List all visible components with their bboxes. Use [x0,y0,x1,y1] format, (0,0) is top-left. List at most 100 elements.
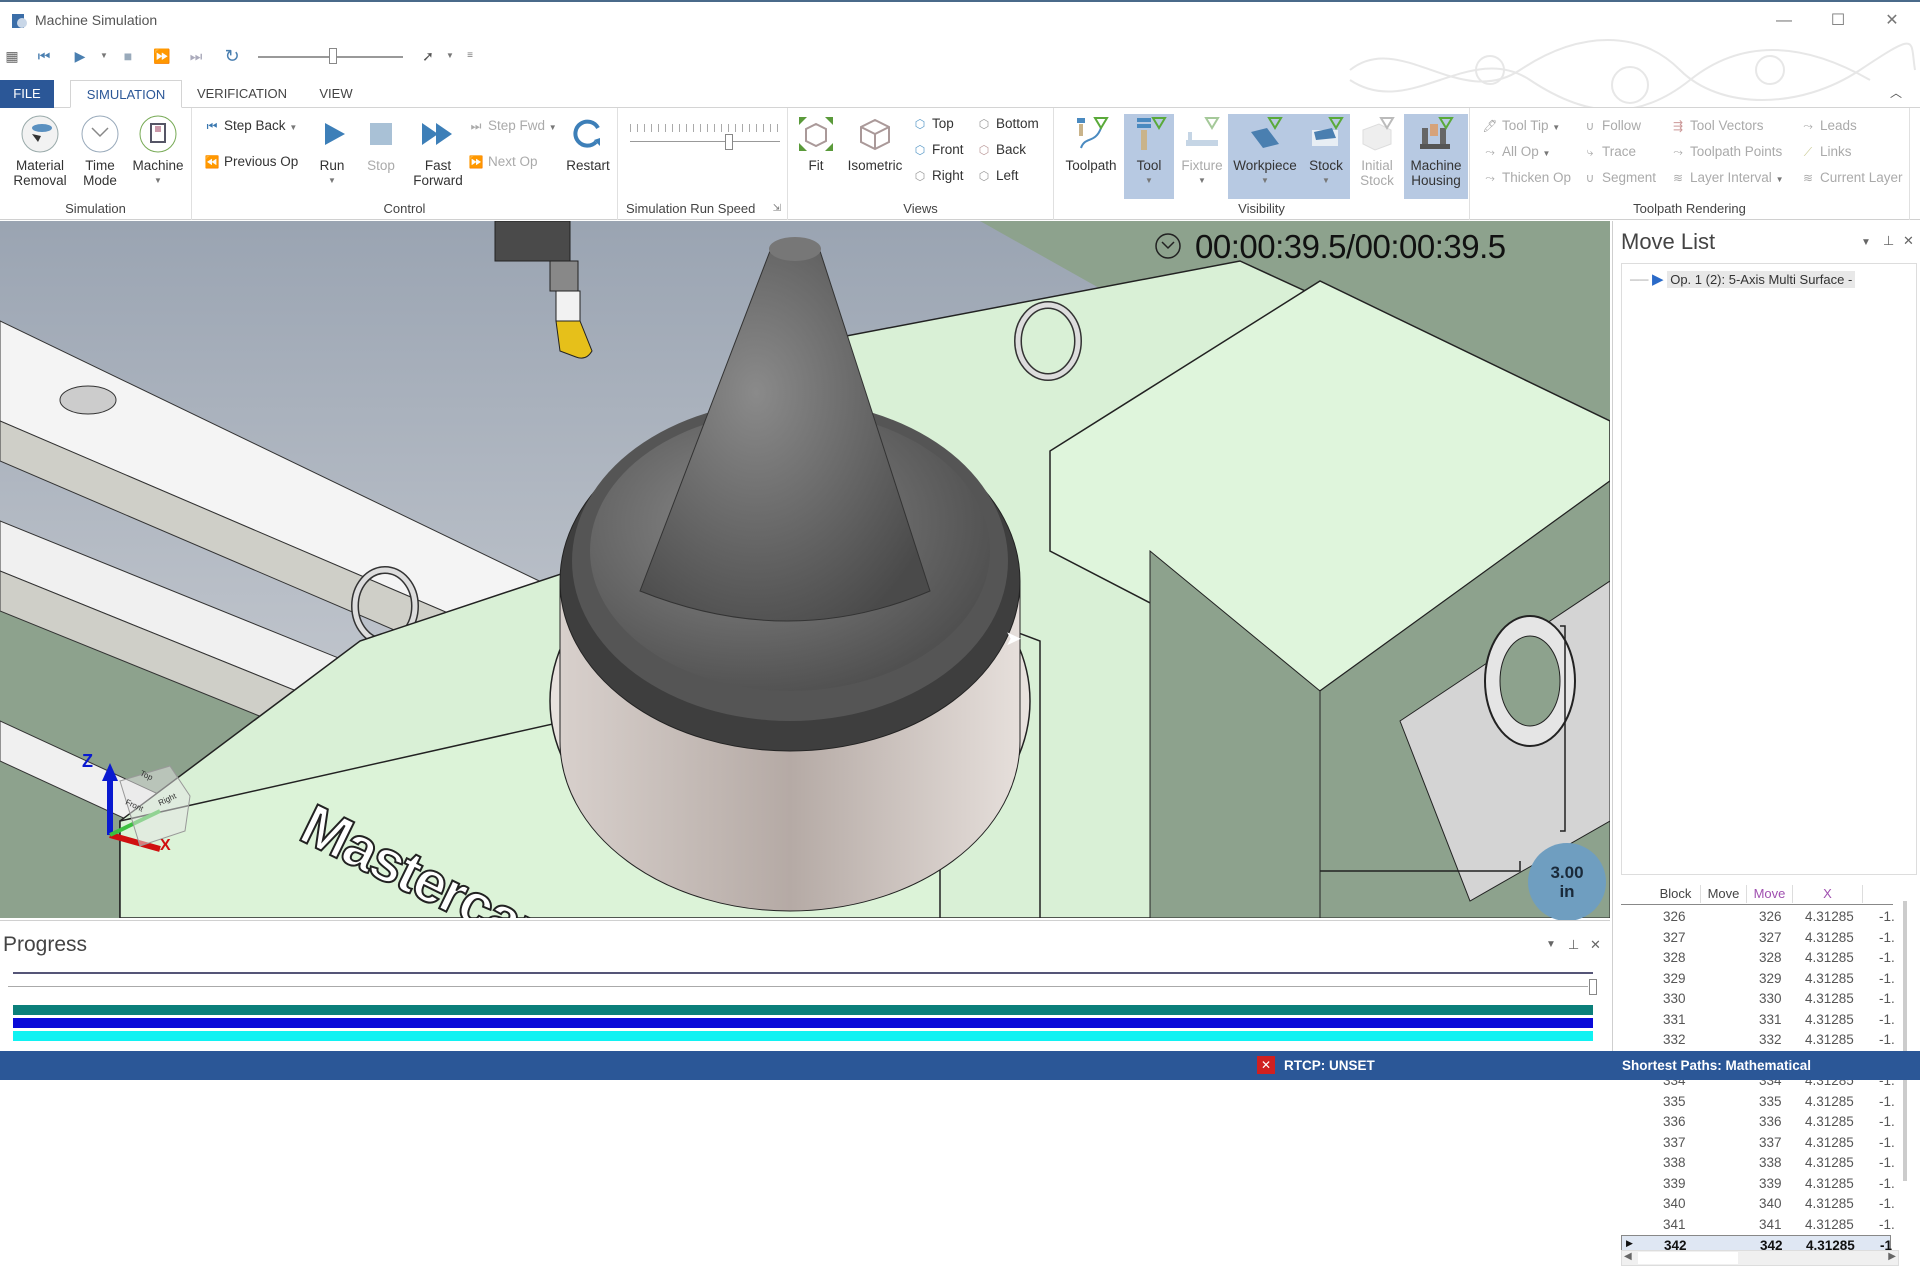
play-icon[interactable]: ▶ [70,46,90,66]
table-row[interactable]: 336 336 4.31285 -1. [1621,1112,1895,1133]
pane-menu-icon[interactable]: ▼ [1546,939,1556,950]
rtcp-status[interactable]: RTCP: UNSET [1284,1058,1375,1073]
table-row[interactable]: 327 327 4.31285 -1. [1621,928,1895,949]
shortest-paths-status[interactable]: Shortest Paths: Mathematical [1622,1058,1811,1073]
timeline-thumb[interactable] [1589,979,1597,995]
step-fwd-button[interactable]: ⏭ Step Fwd ▼ [468,116,557,136]
fast-forward-icon[interactable]: ⏩ [152,46,172,66]
initial-stock-visibility-button[interactable]: Initial Stock [1352,114,1402,199]
table-row[interactable]: 326 326 4.31285 -1. [1621,907,1895,928]
layer-interval-button[interactable]: ≋ Layer Interval ▼ [1670,168,1784,188]
leads-button[interactable]: ⤳ Leads [1800,116,1857,136]
dialog-launcher-icon[interactable]: ⇲ [773,203,781,214]
segment-button[interactable]: ∪ Segment [1582,168,1656,188]
trace-button[interactable]: ⤷ Trace [1582,142,1636,162]
horizontal-scrollbar[interactable]: ◀ ▶ [1621,1250,1899,1266]
table-row[interactable]: 332 332 4.31285 -1. [1621,1030,1895,1051]
time-mode-button[interactable]: Time Mode [74,114,126,188]
tab-file[interactable]: FILE [0,80,54,108]
all-op-button[interactable]: ⤳ All Op ▼ [1482,142,1550,162]
scroll-thumb[interactable] [1638,1252,1738,1264]
view-front-button[interactable]: ⬡ Front [912,140,964,160]
tab-simulation[interactable]: SIMULATION [70,80,182,108]
pane-menu-icon[interactable]: ▼ [1861,237,1871,248]
run-speed-track[interactable] [630,141,780,142]
timeline-track[interactable] [13,972,1593,974]
run-button[interactable]: Run ▼ [312,114,352,188]
fast-forward-button[interactable]: Fast Forward [408,114,468,188]
close-pane-icon[interactable]: ✕ [1590,937,1601,953]
workpiece-visibility-button[interactable]: Workpiece ▼ [1230,114,1300,199]
view-right-button[interactable]: ⬡ Right [912,166,964,186]
cell-x: 4.31285 [1805,1093,1854,1109]
operation-node[interactable]: ── ▶ Op. 1 (2): 5-Axis Multi Surface - [1630,270,1856,288]
vertical-scrollbar[interactable] [1903,901,1907,1181]
collapse-ribbon-icon[interactable]: ︿ [1890,84,1902,101]
table-row[interactable]: 328 328 4.31285 -1. [1621,948,1895,969]
pin-icon[interactable]: ⊥ [1568,937,1579,953]
skip-to-end-icon[interactable]: ⏭ [186,46,206,66]
table-row[interactable]: 335 335 4.31285 -1. [1621,1092,1895,1113]
table-row[interactable]: 338 338 4.31285 -1. [1621,1153,1895,1174]
current-layer-button[interactable]: ≋ Current Layer [1800,168,1903,188]
fixture-visibility-button[interactable]: Fixture ▼ [1176,114,1228,199]
cursor-dropdown-icon[interactable]: ▼ [440,46,460,66]
col-move-alt[interactable]: Move [1747,885,1793,903]
rewind-to-start-icon[interactable]: ⏮ [34,46,54,66]
col-move[interactable]: Move [1701,885,1747,903]
table-row[interactable]: 337 337 4.31285 -1. [1621,1133,1895,1154]
table-row[interactable]: 331 331 4.31285 -1. [1621,1010,1895,1031]
machine-housing-label: Machine Housing [1410,158,1462,188]
cursor-icon[interactable]: ➚ [418,46,438,66]
next-op-button[interactable]: ⏩ Next Op [468,152,538,172]
run-speed-thumb[interactable] [725,134,733,150]
links-icon: ⟋ [1803,145,1813,159]
time-mode-label: Time Mode [83,158,117,188]
tab-verification[interactable]: VERIFICATION [192,80,292,108]
stop-icon[interactable]: ■ [118,46,138,66]
follow-button[interactable]: ∪ Follow [1582,116,1641,136]
restart-icon[interactable]: ↻ [222,46,242,66]
scroll-right-icon[interactable]: ▶ [1888,1251,1896,1262]
material-removal-button[interactable]: Material Removal [8,114,72,188]
scroll-left-icon[interactable]: ◀ [1624,1251,1632,1262]
previous-op-button[interactable]: ⏪ Previous Op [204,152,299,172]
tab-view[interactable]: VIEW [308,80,364,108]
leads-icon: ⤳ [1803,119,1813,133]
toolpath-icon [1077,117,1109,149]
restart-button[interactable]: Restart [562,114,614,173]
pin-icon[interactable]: ⊥ [1883,233,1894,249]
tool-tip-button[interactable]: 🖊 Tool Tip ▼ [1482,116,1560,136]
toolpath-visibility-button[interactable]: Toolpath [1060,114,1122,199]
table-row[interactable]: 330 330 4.31285 -1. [1621,989,1895,1010]
view-bottom-button[interactable]: ⬡ Bottom [976,114,1039,134]
tool-vectors-button[interactable]: ⇶ Tool Vectors [1670,116,1764,136]
customize-toolbar-icon[interactable]: ≡ [460,46,480,66]
fit-button[interactable]: Fit [794,114,838,173]
table-row[interactable]: 340 340 4.31285 -1. [1621,1194,1895,1215]
close-pane-icon[interactable]: ✕ [1903,233,1914,249]
table-row[interactable]: 339 339 4.31285 -1. [1621,1174,1895,1195]
step-back-button[interactable]: ⏮ Step Back ▼ [204,116,298,136]
speed-slider-thumb[interactable] [329,48,338,64]
isometric-button[interactable]: Isometric [842,114,908,173]
app-menu-icon[interactable]: ▦ [2,46,22,66]
toolpath-points-icon: ⤳ [1673,145,1683,159]
view-back-button[interactable]: ⬡ Back [976,140,1026,160]
toolpath-points-button[interactable]: ⤳ Toolpath Points [1670,142,1782,162]
thicken-op-button[interactable]: ⤳ Thicken Op [1482,168,1571,188]
stock-visibility-button[interactable]: Stock ▼ [1302,114,1350,199]
play-dropdown-icon[interactable]: ▼ [94,46,114,66]
simulation-viewport[interactable]: Mastercam Z X Top Front Right ➤ [0,221,1610,918]
machine-button[interactable]: Machine ▼ [128,114,188,188]
stop-button[interactable]: Stop [358,114,404,173]
view-top-button[interactable]: ⬡ Top [912,114,954,134]
view-left-button[interactable]: ⬡ Left [976,166,1019,186]
col-x[interactable]: X [1793,885,1863,903]
col-block[interactable]: Block [1651,885,1701,903]
table-row[interactable]: 341 341 4.31285 -1. [1621,1215,1895,1236]
tool-visibility-button[interactable]: Tool ▼ [1124,114,1174,199]
machine-housing-visibility-button[interactable]: Machine Housing [1404,114,1468,199]
links-button[interactable]: ⟋ Links [1800,142,1852,162]
table-row[interactable]: 329 329 4.31285 -1. [1621,969,1895,990]
